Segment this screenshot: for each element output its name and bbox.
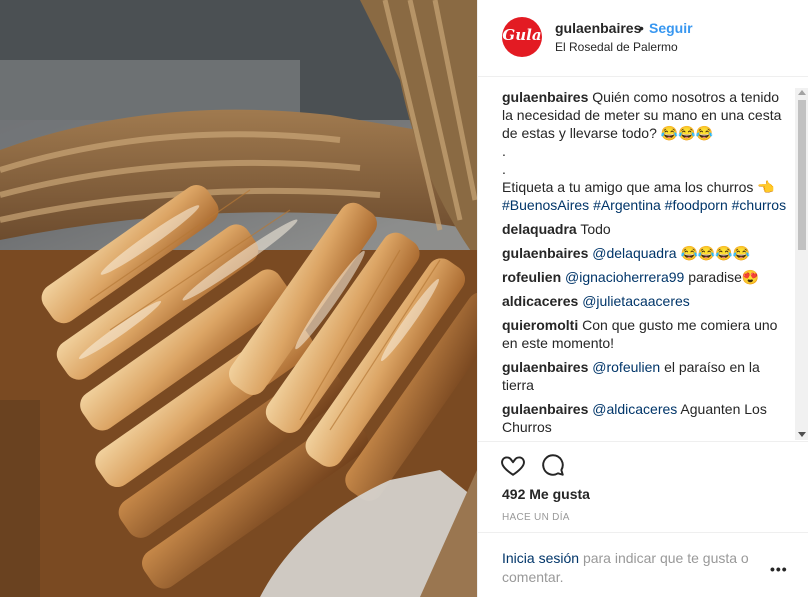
comment-username[interactable]: delaquadra [502,221,577,237]
comment-username[interactable]: gulaenbaires [502,359,588,375]
caption-username[interactable]: gulaenbaires [502,89,588,105]
separator-dot: • [639,20,644,36]
comment-text: 😂😂😂😂 [680,245,751,261]
comment-item: delaquadra Todo [502,220,792,238]
comment-text: Todo [580,221,611,237]
post-timestamp: HACE UN DÍA [502,512,570,523]
comment-icon[interactable] [540,452,566,478]
hashtag[interactable]: #BuenosAires [502,197,589,213]
hashtag[interactable]: #foodporn [665,197,728,213]
login-footer: Inicia sesión para indicar que te gusta … [478,532,808,598]
post-details-panel: Gula gulaenbaires • Seguir El Rosedal de… [477,0,808,597]
comment-text: paradise😍 [688,269,760,285]
actions-divider [478,441,808,443]
avatar[interactable]: Gula [502,17,542,57]
comment-item: quieromolti Con que gusto me comiera uno… [502,316,792,352]
hashtag[interactable]: #Argentina [593,197,661,213]
author-username[interactable]: gulaenbaires [555,20,641,36]
post-photo [0,0,477,597]
caption: gulaenbaires Quién como nosotros a tenid… [502,88,792,214]
comment-item: rofeulien @ignacioherrera99 paradise😍 [502,268,792,286]
comment-item: gulaenbaires @aldicaceres Aguanten Los C… [502,400,792,436]
comment-mention[interactable]: @delaquadra [592,245,676,261]
follow-button[interactable]: Seguir [649,20,693,36]
heart-icon[interactable] [500,452,526,478]
comment-username[interactable]: quieromolti [502,317,578,333]
comment-item: gulaenbaires @rofeulien el paraíso en la… [502,358,792,394]
caption-line: Etiqueta a tu amigo que ama los churros … [502,179,775,195]
comment-username[interactable]: aldicaceres [502,293,578,309]
comment-mention[interactable]: @julietacaaceres [582,293,690,309]
scroll-down-arrow-icon[interactable] [798,432,806,437]
caption-dot: . [502,143,506,159]
comment-mention[interactable]: @aldicaceres [592,401,677,417]
comments-list[interactable]: gulaenbaires Quién como nosotros a tenid… [502,88,792,440]
more-options-icon[interactable]: ••• [770,561,788,577]
location-link[interactable]: El Rosedal de Palermo [555,40,678,54]
login-link[interactable]: Inicia sesión [502,550,579,566]
post-header: Gula gulaenbaires • Seguir El Rosedal de… [478,0,808,77]
comments-scrollbar[interactable] [795,88,808,440]
login-prompt: Inicia sesión para indicar que te gusta … [502,549,762,587]
gula-logo-icon: Gula [502,26,542,44]
comment-username[interactable]: rofeulien [502,269,561,285]
caption-dot: . [502,161,506,177]
comment-username[interactable]: gulaenbaires [502,245,588,261]
scroll-thumb[interactable] [798,100,806,250]
comment-item: aldicaceres @julietacaaceres [502,292,792,310]
churros-photo [0,0,477,597]
scroll-up-arrow-icon[interactable] [798,90,806,95]
comment-mention[interactable]: @ignacioherrera99 [565,269,684,285]
comment-username[interactable]: gulaenbaires [502,401,588,417]
hashtag[interactable]: #churros [732,197,786,213]
comment-item: gulaenbaires @delaquadra 😂😂😂😂 [502,244,792,262]
likes-count[interactable]: 492 Me gusta [502,486,590,502]
comment-mention[interactable]: @rofeulien [592,359,660,375]
